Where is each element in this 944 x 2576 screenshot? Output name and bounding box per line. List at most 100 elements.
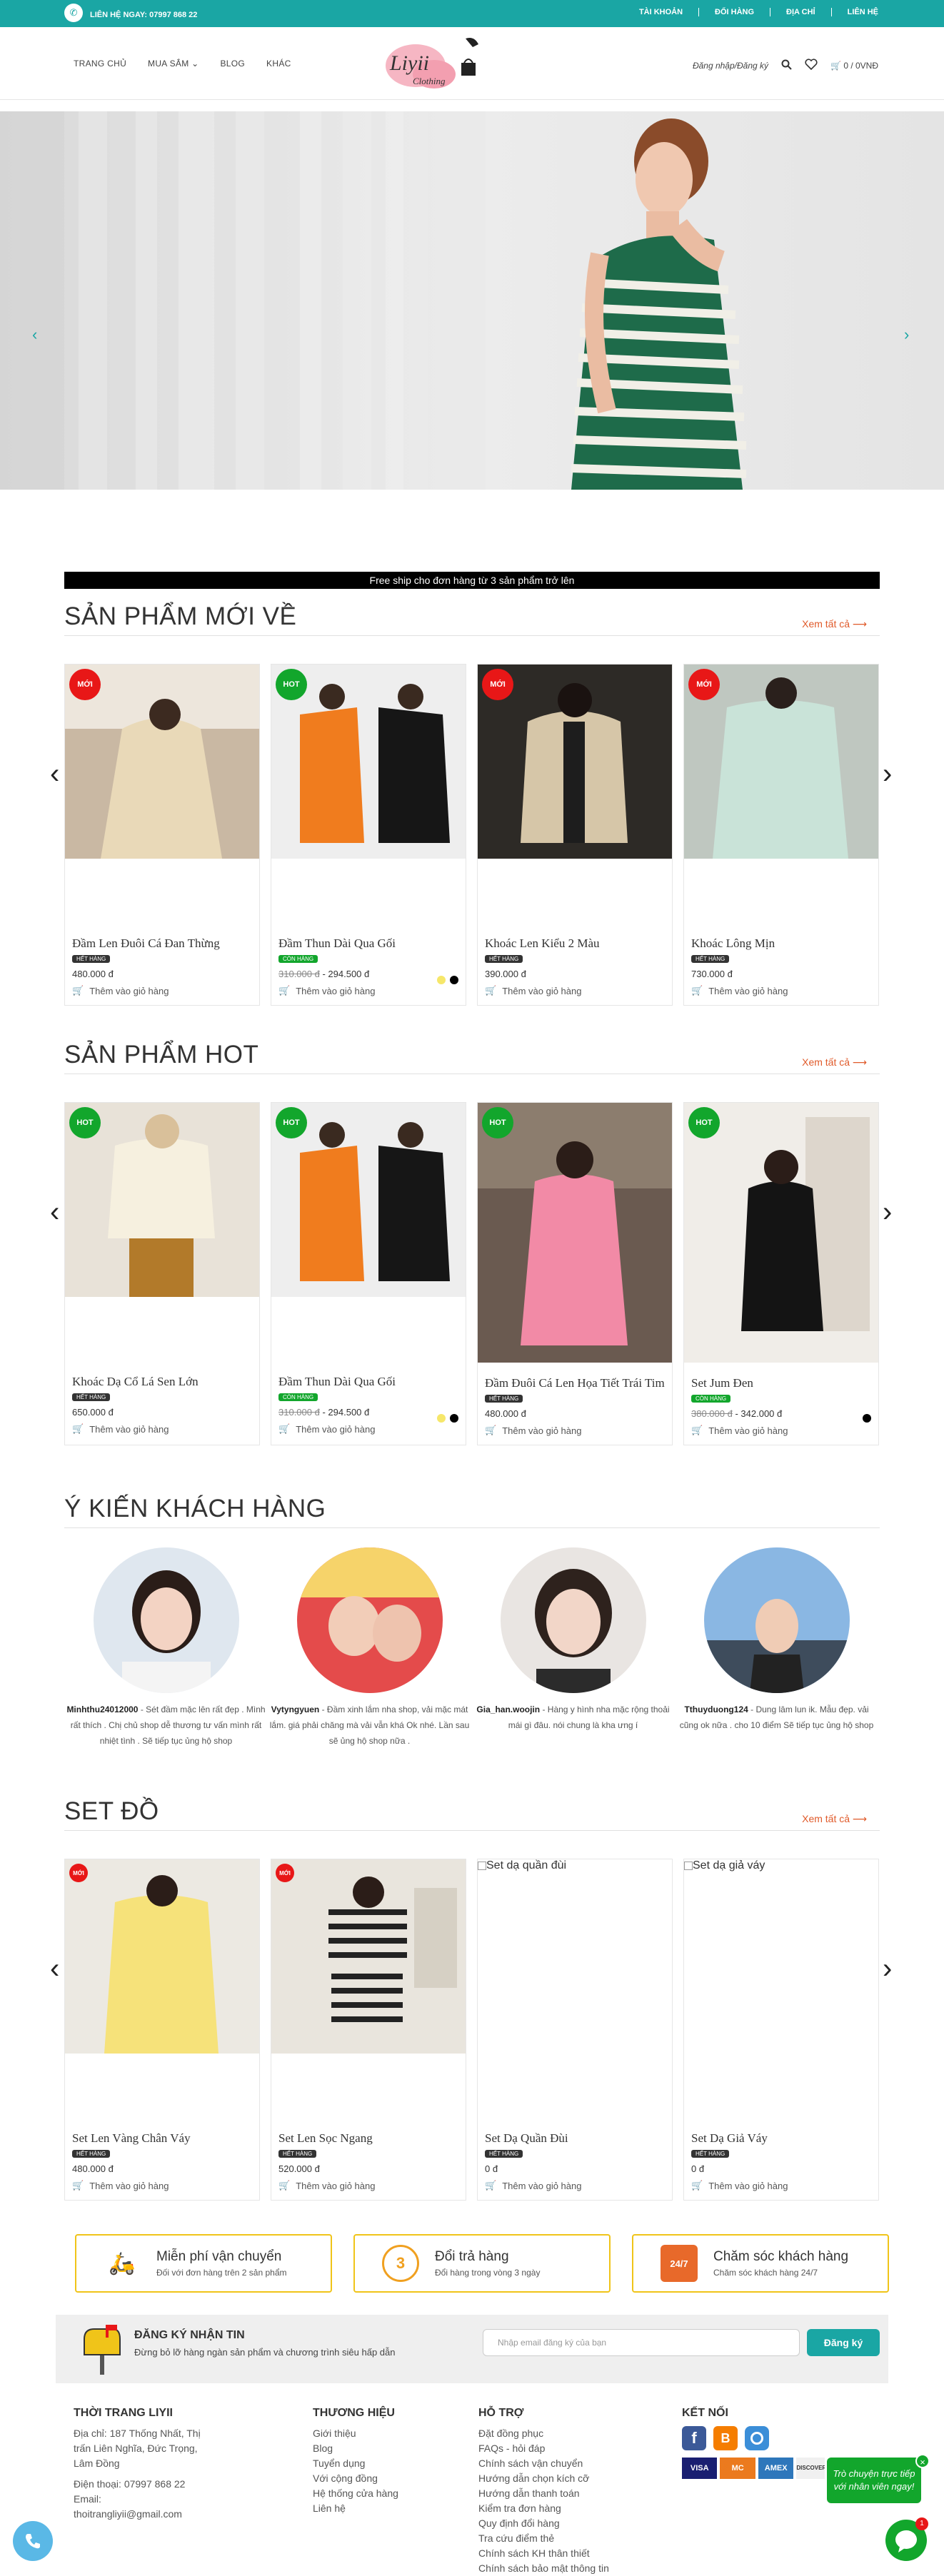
footer-link[interactable]: Liên hệ [313, 2501, 456, 2516]
product-card[interactable]: HOT Đầm Thun Dài Qua Gối CÒN HÀNG 310.00… [271, 1102, 466, 1445]
nav-home[interactable]: TRANG CHỦ [74, 59, 126, 69]
newsletter-email-input[interactable]: Nhập email đăng ký của bạn [483, 2329, 800, 2356]
hero-slider[interactable]: ‹ › [0, 111, 944, 490]
product-image[interactable]: MỚI [271, 1859, 466, 2054]
footer-link[interactable]: FAQs - hỏi đáp [478, 2441, 650, 2456]
product-image[interactable]: HOT [478, 1103, 672, 1363]
footer-link[interactable]: Kiểm tra đơn hàng [478, 2501, 650, 2516]
chat-prompt[interactable]: Trò chuyện trực tiếp với nhân viên ngay! [827, 2458, 921, 2503]
hot-prev-chevron-icon[interactable]: ‹ [50, 1196, 59, 1228]
swatch-black[interactable] [450, 976, 458, 984]
product-name[interactable]: Khoác Lông Mịn [684, 936, 878, 951]
product-image[interactable]: MỚI [65, 1859, 259, 2054]
product-name[interactable]: Khoác Dạ Cổ Lá Sen Lớn [65, 1374, 259, 1390]
footer-link[interactable]: Giới thiệu [313, 2426, 456, 2441]
product-card[interactable]: MỚI Đầm Len Đuôi Cá Đan Thừng HẾT HÀNG 4… [64, 664, 260, 1006]
footer-email[interactable]: thoitrangliyii@gmail.com [74, 2507, 216, 2522]
top-link-contact[interactable]: LIÊN HỆ [848, 8, 878, 16]
top-link-account[interactable]: TÀI KHOẢN [639, 8, 700, 16]
swatch-yellow[interactable] [437, 976, 446, 984]
footer-link[interactable]: Blog [313, 2441, 456, 2456]
chat-close-icon[interactable]: × [915, 2454, 930, 2468]
footer-link[interactable]: Tuyển dụng [313, 2456, 456, 2471]
call-button[interactable] [13, 2521, 53, 2561]
top-link-exchange[interactable]: ĐỔI HÀNG [715, 8, 771, 16]
heart-icon[interactable] [805, 59, 818, 72]
product-name[interactable]: Đầm Len Đuôi Cá Đan Thừng [65, 936, 259, 951]
cart-link[interactable]: 🛒 0 / 0VNĐ [830, 61, 878, 71]
product-image[interactable]: MỚI [478, 665, 672, 859]
product-card[interactable]: HOT Khoác Dạ Cổ Lá Sen Lớn HẾT HÀNG 650.… [64, 1102, 260, 1445]
login-link[interactable]: Đăng nhập/Đăng ký [693, 61, 768, 71]
nav-blog[interactable]: BLOG [221, 59, 246, 69]
footer-link[interactable]: Chính sách KH thân thiết [478, 2546, 650, 2561]
product-name[interactable]: Khoác Len Kiểu 2 Màu [478, 936, 672, 951]
nav-other[interactable]: KHÁC [266, 59, 291, 69]
swatch-yellow[interactable] [437, 1414, 446, 1423]
new-prev-chevron-icon[interactable]: ‹ [50, 758, 59, 790]
footer-link[interactable]: Chính sách vận chuyển [478, 2456, 650, 2471]
footer-link[interactable]: Đặt đồng phục [478, 2426, 650, 2441]
product-card[interactable]: MỚI Khoác Lông Mịn HẾT HÀNG 730.000 đ 🛒 T… [683, 664, 879, 1006]
add-to-cart-button[interactable]: 🛒 Thêm vào giỏ hàng [271, 2174, 466, 2200]
swatch-black[interactable] [450, 1414, 458, 1423]
sets-next-chevron-icon[interactable]: › [883, 1953, 892, 1985]
logo[interactable]: Liyii Clothing [371, 34, 486, 93]
sets-prev-chevron-icon[interactable]: ‹ [50, 1953, 59, 1985]
footer-link[interactable]: Chính sách bảo mật thông tin [478, 2561, 650, 2576]
add-to-cart-button[interactable]: 🛒 Thêm vào giỏ hàng [65, 2174, 259, 2200]
footer-link[interactable]: Với cộng đồng [313, 2471, 456, 2486]
add-to-cart-button[interactable]: 🛒 Thêm vào giỏ hàng [478, 979, 672, 1005]
product-image[interactable]: MỚI [684, 665, 878, 859]
add-to-cart-button[interactable]: 🛒 Thêm vào giỏ hàng [478, 1419, 672, 1445]
product-name[interactable]: Set Dạ Quần Đùi [478, 2131, 672, 2146]
product-image[interactable]: HOT [65, 1103, 259, 1297]
product-image[interactable]: HOT [271, 1103, 466, 1297]
product-name[interactable]: Set Len Sọc Ngang [271, 2131, 466, 2146]
see-all-hot-link[interactable]: Xem tất cả ⟶ [802, 1056, 867, 1069]
product-card[interactable]: MỚI Set Len Vàng Chân Váy HẾT HÀNG 480.0… [64, 1859, 260, 2201]
product-image[interactable]: MỚI [65, 665, 259, 859]
product-card[interactable]: MỚI Set Len Sọc Ngang HẾT HÀNG 520.000 đ… [271, 1859, 466, 2201]
product-image[interactable]: HOT [684, 1103, 878, 1363]
product-name[interactable]: Đầm Thun Dài Qua Gối [271, 936, 466, 951]
product-name[interactable]: Set Jum Đen [684, 1375, 878, 1391]
new-next-chevron-icon[interactable]: › [883, 758, 892, 790]
product-image[interactable]: HOT [271, 665, 466, 859]
product-card[interactable]: MỚI Khoác Len Kiểu 2 Màu HẾT HÀNG 390.00… [477, 664, 673, 1006]
footer-link[interactable]: Tra cứu điểm thẻ [478, 2531, 650, 2546]
swatch-black[interactable] [863, 1414, 871, 1423]
product-card[interactable]: Set dạ giả váy Set Dạ Giả Váy HẾT HÀNG 0… [683, 1859, 879, 2201]
add-to-cart-button[interactable]: 🛒 Thêm vào giỏ hàng [684, 2174, 878, 2200]
footer-link[interactable]: Hệ thống cửa hàng [313, 2486, 456, 2501]
add-to-cart-button[interactable]: 🛒 Thêm vào giỏ hàng [65, 979, 259, 1005]
product-name[interactable]: Set Dạ Giả Váy [684, 2131, 878, 2146]
facebook-icon[interactable]: f [682, 2426, 706, 2450]
instagram-icon[interactable] [745, 2426, 769, 2450]
newsletter-subscribe-button[interactable]: Đăng ký [807, 2329, 880, 2356]
product-image[interactable]: Set dạ quần đùi [478, 1859, 672, 2054]
footer-link[interactable]: Quy định đổi hàng [478, 2516, 650, 2531]
see-all-new-link[interactable]: Xem tất cả ⟶ [802, 618, 867, 630]
add-to-cart-button[interactable]: 🛒 Thêm vào giỏ hàng [684, 979, 878, 1005]
product-name[interactable]: Set Len Vàng Chân Váy [65, 2131, 259, 2146]
hotline[interactable]: ✆ LIÊN HỆ NGAY: 07997 868 22 [64, 4, 197, 22]
hot-next-chevron-icon[interactable]: › [883, 1196, 892, 1228]
add-to-cart-button[interactable]: 🛒 Thêm vào giỏ hàng [65, 1418, 259, 1443]
hero-prev-chevron-icon[interactable]: ‹ [32, 325, 37, 344]
footer-link[interactable]: Hướng dẫn thanh toán [478, 2486, 650, 2501]
product-image[interactable]: Set dạ giả váy [684, 1859, 878, 2054]
hero-next-chevron-icon[interactable]: › [904, 325, 909, 344]
product-card[interactable]: HOT Đầm Đuôi Cá Len Họa Tiết Trái Tim HẾ… [477, 1102, 673, 1445]
product-card[interactable]: HOT Set Jum Đen CÒN HÀNG 380.000 đ - 342… [683, 1102, 879, 1445]
add-to-cart-button[interactable]: 🛒 Thêm vào giỏ hàng [478, 2174, 672, 2200]
product-name[interactable]: Đầm Đuôi Cá Len Họa Tiết Trái Tim [478, 1375, 672, 1391]
add-to-cart-button[interactable]: 🛒 Thêm vào giỏ hàng [684, 1419, 878, 1445]
footer-link[interactable]: Hướng dẫn chọn kích cỡ [478, 2471, 650, 2486]
nav-shop[interactable]: MUA SẮM ⌄ [148, 59, 199, 69]
blogger-icon[interactable]: B [713, 2426, 738, 2450]
search-icon[interactable] [781, 59, 792, 72]
top-link-address[interactable]: ĐỊA CHỈ [786, 8, 832, 16]
product-card[interactable]: Set dạ quần đùi Set Dạ Quần Đùi HẾT HÀNG… [477, 1859, 673, 2201]
product-card[interactable]: HOT Đầm Thun Dài Qua Gối CÒN HÀNG 310.00… [271, 664, 466, 1006]
